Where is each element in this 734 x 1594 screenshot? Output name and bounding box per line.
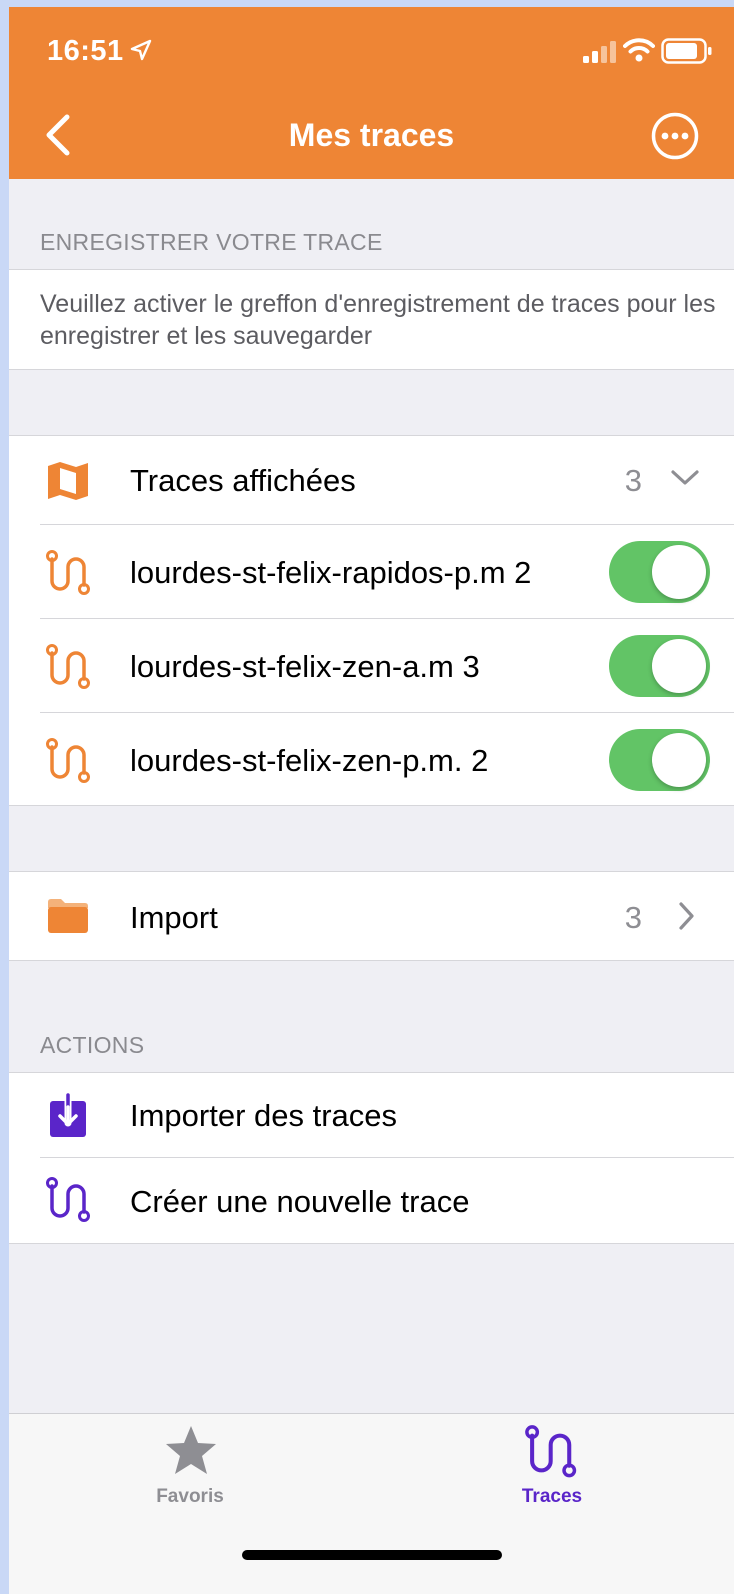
map-icon [48,462,88,500]
displayed-traces-count: 3 [624,463,642,498]
route-icon [46,550,90,595]
toggle-knob [652,733,706,787]
page-title: Mes traces [288,117,455,153]
record-section-header: ENREGISTRER VOTRE TRACE [40,229,383,255]
trace-row[interactable]: lourdes-st-felix-zen-a.m 3 [9,619,734,713]
tab-traces-label: Traces [521,1486,583,1507]
trace-row[interactable]: lourdes-st-felix-rapidos-p.m 2 [9,525,734,619]
app-screen: 16:51 Mes traces ENREGISTRER VOTRE TRACE… [9,7,734,1594]
create-trace-action[interactable]: Créer une nouvelle trace [9,1158,734,1244]
wifi-icon [623,38,655,62]
route-icon [46,1177,90,1222]
tab-traces[interactable]: Traces [452,1414,652,1524]
import-folder-card: Import 3 [9,871,734,961]
import-traces-action[interactable]: Importer des traces [9,1073,734,1158]
import-folder-row[interactable]: Import 3 [9,872,734,961]
create-trace-label: Créer une nouvelle trace [130,1184,470,1219]
chevron-right-icon [679,902,694,930]
toggle-knob [652,545,706,599]
route-icon [46,738,90,783]
tab-favoris[interactable]: Favoris [90,1414,290,1524]
record-info-text: Veuillez activer le greffon d'enregistre… [40,290,716,350]
trace-row[interactable]: lourdes-st-felix-zen-p.m. 2 [9,713,734,806]
trace-label: lourdes-st-felix-zen-a.m 3 [130,649,480,684]
trace-toggle[interactable] [609,635,710,697]
tab-bar: Favoris Traces [9,1413,734,1594]
displayed-traces-label: Traces affichées [130,463,356,498]
cellular-signal-icon [583,41,616,63]
trace-toggle[interactable] [609,541,710,603]
folder-icon [48,899,88,933]
import-icon [50,1093,86,1137]
trace-toggle[interactable] [609,729,710,791]
toggle-knob [652,639,706,693]
route-icon [46,644,90,689]
trace-label: lourdes-st-felix-rapidos-p.m 2 [130,555,532,590]
import-folder-label: Import [130,900,218,935]
trace-label: lourdes-st-felix-zen-p.m. 2 [130,743,489,778]
battery-icon [661,38,712,64]
import-traces-label: Importer des traces [130,1098,398,1133]
location-arrow-icon [130,39,152,61]
chevron-down-icon [671,470,699,485]
import-folder-count: 3 [624,900,642,935]
header: 16:51 Mes traces [9,7,734,179]
star-icon [166,1426,216,1474]
displayed-traces-card: Traces affichées 3 lourdes-st-felix-rapi… [9,435,734,806]
displayed-traces-row[interactable]: Traces affichées 3 [9,436,734,525]
actions-card: Importer des traces Créer une nouvelle t… [9,1072,734,1244]
actions-section-header: ACTIONS [40,1032,145,1058]
record-info-card: Veuillez activer le greffon d'enregistre… [9,269,734,370]
tab-favoris-label: Favoris [156,1486,224,1507]
route-icon [525,1425,577,1478]
more-options-icon[interactable] [650,111,700,161]
home-indicator [242,1550,502,1560]
status-time: 16:51 [47,35,124,67]
